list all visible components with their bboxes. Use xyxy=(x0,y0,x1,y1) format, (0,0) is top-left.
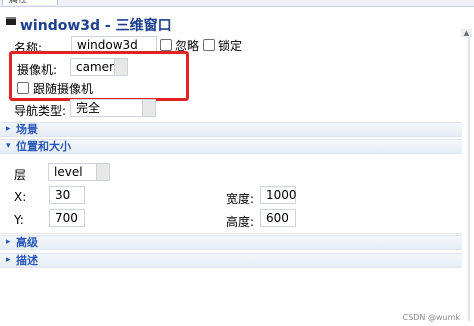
layer-value: level xyxy=(54,165,83,179)
collapse-icon: ▾ xyxy=(6,141,11,151)
properties-panel: 属性 window3d - 三维窗口 ▲ 名称: window3d 忽略 锁定 … xyxy=(0,0,474,326)
expand-icon: ▸ xyxy=(6,237,11,247)
layer-label: 层 xyxy=(14,168,27,182)
expand-icon: ▸ xyxy=(6,255,11,265)
highlight-box xyxy=(9,51,189,101)
nav-type-value: 完全 xyxy=(76,101,101,115)
x-label: X: xyxy=(14,190,27,204)
tab-strip: 属性 xyxy=(0,0,474,7)
ignore-checkbox[interactable] xyxy=(160,39,172,51)
section-advanced-title: 高级 xyxy=(16,236,38,249)
height-label: 高度: xyxy=(226,215,255,229)
nav-type-label: 导航类型: xyxy=(14,104,67,118)
dropdown-button-icon[interactable] xyxy=(96,164,109,180)
section-position-size[interactable]: ▾ 位置和大小 xyxy=(0,139,462,154)
section-advanced[interactable]: ▸ 高级 xyxy=(0,235,462,250)
vertical-scrollbar[interactable] xyxy=(468,37,470,321)
dropdown-button-icon[interactable] xyxy=(142,100,155,116)
lock-checkbox[interactable] xyxy=(203,39,215,51)
panel-title: window3d - 三维窗口 xyxy=(20,18,172,34)
nav-type-dropdown[interactable]: 完全 xyxy=(70,99,156,117)
tab-properties[interactable]: 属性 xyxy=(2,0,58,5)
section-scene[interactable]: ▸ 场景 xyxy=(0,122,462,137)
lock-label: 锁定 xyxy=(218,39,243,53)
height-field[interactable]: 600 xyxy=(260,209,296,227)
window-icon xyxy=(6,17,16,25)
panel-title-bar: window3d - 三维窗口 xyxy=(0,7,474,34)
scroll-up-icon[interactable]: ▲ xyxy=(461,29,472,37)
y-label: Y: xyxy=(14,213,24,227)
section-position-size-title: 位置和大小 xyxy=(16,140,71,153)
watermark: CSDN @wumk xyxy=(402,313,460,322)
width-field[interactable]: 1000 xyxy=(260,186,297,204)
section-description[interactable]: ▸ 描述 xyxy=(0,253,462,268)
x-field[interactable]: 30 xyxy=(49,186,85,204)
section-scene-title: 场景 xyxy=(16,123,38,136)
divider xyxy=(0,233,462,234)
section-description-title: 描述 xyxy=(16,254,38,267)
width-label: 宽度: xyxy=(226,192,255,206)
layer-dropdown[interactable]: level xyxy=(48,163,110,181)
y-field[interactable]: 700 xyxy=(49,209,85,227)
expand-icon: ▸ xyxy=(6,124,11,134)
